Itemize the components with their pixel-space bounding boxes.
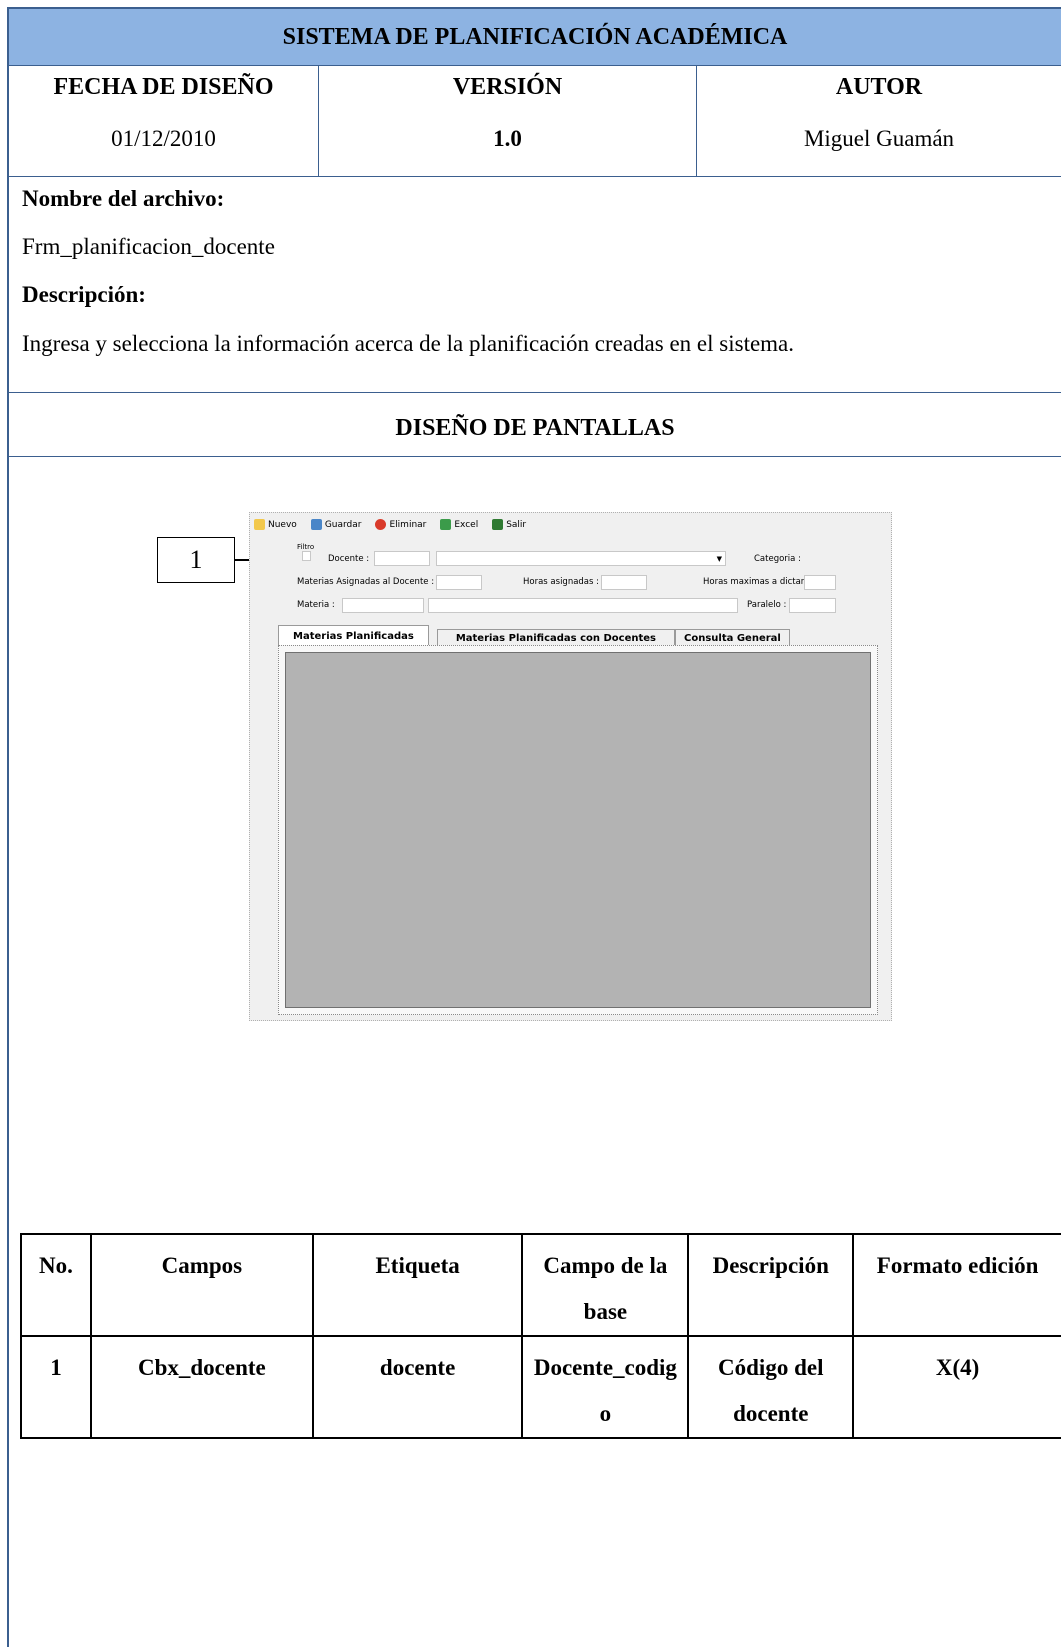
divider bbox=[9, 456, 1061, 457]
excel-button[interactable]: Excel bbox=[440, 519, 478, 530]
save-label: Guardar bbox=[324, 519, 362, 530]
new-button[interactable]: Nuevo bbox=[254, 519, 297, 530]
fecha-label: FECHA DE DISEÑO bbox=[53, 74, 274, 100]
excel-label: Excel bbox=[454, 519, 479, 530]
header-no: No. bbox=[20, 1233, 92, 1337]
descripcion-value: Ingresa y selecciona la información acer… bbox=[22, 331, 795, 356]
horas-maximas-input[interactable] bbox=[804, 575, 836, 590]
materias-asignadas-label: Materias Asignadas al Docente : bbox=[297, 577, 435, 587]
save-button[interactable]: Guardar bbox=[310, 519, 362, 530]
delete-label: Eliminar bbox=[389, 519, 427, 530]
excel-icon bbox=[440, 519, 452, 530]
callout-box: 1 bbox=[157, 537, 235, 583]
exit-label: Salir bbox=[506, 519, 527, 530]
autor-label: AUTOR bbox=[835, 74, 923, 100]
horas-asignadas-label: Horas asignadas : bbox=[523, 577, 600, 587]
docente-code-input[interactable] bbox=[374, 551, 430, 566]
cell-campo-base: Docente_codigo bbox=[521, 1335, 690, 1439]
delete-button[interactable]: Eliminar bbox=[375, 519, 426, 530]
app-screenshot: Nuevo Guardar Eliminar Excel Salir Filtr… bbox=[249, 512, 892, 1021]
docente-label: Docente : bbox=[328, 554, 370, 564]
materias-asignadas-input[interactable] bbox=[436, 575, 482, 590]
materia-name-input[interactable] bbox=[428, 598, 738, 613]
save-icon bbox=[310, 519, 322, 530]
toolbar: Nuevo Guardar Eliminar Excel Salir bbox=[254, 519, 526, 530]
section-title: DISEÑO DE PANTALLAS bbox=[395, 414, 675, 441]
cell-no: 1 bbox=[20, 1335, 92, 1439]
header-formato: Formato edición bbox=[852, 1233, 1061, 1337]
exit-icon bbox=[492, 519, 504, 530]
categoria-label: Categoria : bbox=[754, 554, 801, 564]
tab-panel bbox=[278, 645, 878, 1015]
cell-formato: X(4) bbox=[852, 1335, 1061, 1439]
materia-code-input[interactable] bbox=[342, 598, 424, 613]
version-label: VERSIÓN bbox=[452, 74, 563, 100]
horas-asignadas-input[interactable] bbox=[601, 575, 647, 590]
data-grid[interactable] bbox=[285, 652, 871, 1008]
exit-button[interactable]: Salir bbox=[492, 519, 526, 530]
materia-label: Materia : bbox=[297, 600, 335, 610]
horas-maximas-label: Horas maximas a dictar : bbox=[703, 577, 810, 587]
divider bbox=[9, 392, 1061, 393]
archivo-label: Nombre del archivo: bbox=[22, 186, 225, 211]
header-descripcion: Descripción bbox=[687, 1233, 855, 1337]
version-value: 1.0 bbox=[493, 126, 522, 151]
divider bbox=[9, 176, 1061, 177]
cell-etiqueta: docente bbox=[311, 1335, 524, 1439]
fields-table: No. Campos Etiqueta Campo de la base Des… bbox=[20, 1233, 1061, 1439]
new-label: Nuevo bbox=[268, 519, 297, 530]
document-title: SISTEMA DE PLANIFICACIÓN ACADÉMICA bbox=[9, 9, 1061, 66]
chevron-down-icon: ▼ bbox=[716, 555, 722, 563]
delete-icon bbox=[375, 519, 387, 530]
filtro-label: Filtro bbox=[297, 543, 315, 551]
header-campo-base: Campo de la base bbox=[521, 1233, 690, 1337]
fecha-value: 01/12/2010 bbox=[111, 126, 216, 151]
archivo-value: Frm_planificacion_docente bbox=[22, 234, 275, 259]
filtro-checkbox[interactable] bbox=[302, 551, 311, 561]
table-header-row: No. Campos Etiqueta Campo de la base Des… bbox=[20, 1233, 1061, 1337]
paralelo-input[interactable] bbox=[789, 598, 836, 613]
autor-value: Miguel Guamán bbox=[803, 126, 955, 151]
docente-combo[interactable]: ▼ bbox=[436, 551, 726, 566]
fecha-column: FECHA DE DISEÑO 01/12/2010 bbox=[9, 66, 319, 176]
paralelo-label: Paralelo : bbox=[747, 600, 787, 610]
descripcion-label: Descripción: bbox=[22, 282, 146, 307]
version-column: VERSIÓN 1.0 bbox=[319, 66, 697, 176]
cell-descripcion: Código del docente bbox=[687, 1335, 855, 1439]
new-icon bbox=[254, 519, 265, 530]
header-etiqueta: Etiqueta bbox=[311, 1233, 524, 1337]
autor-column: AUTOR Miguel Guamán bbox=[697, 66, 1061, 176]
table-row: 1 Cbx_docente docente Docente_codigo Cód… bbox=[20, 1335, 1061, 1439]
cell-campo: Cbx_docente bbox=[89, 1335, 314, 1439]
header-campos: Campos bbox=[89, 1233, 314, 1337]
